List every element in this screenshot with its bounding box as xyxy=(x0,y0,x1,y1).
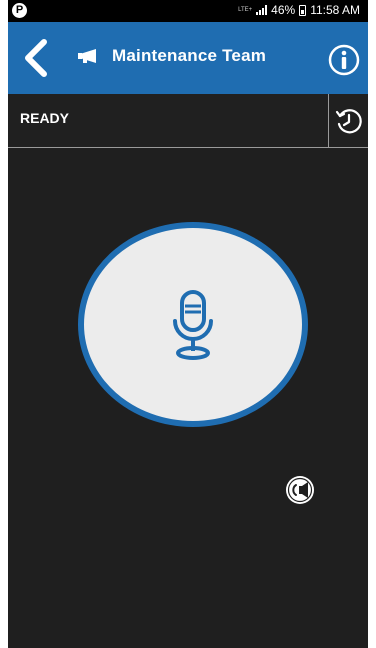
history-clock-icon xyxy=(335,108,362,133)
signal-icon xyxy=(256,5,268,15)
info-button[interactable] xyxy=(328,44,360,76)
app-frame: P LTE+ 46% 11:58 AM Maintenance Team REA… xyxy=(8,0,368,648)
connection-state: READY xyxy=(20,110,70,126)
battery-percent: 46% xyxy=(271,3,296,17)
microphone-icon xyxy=(173,289,213,360)
history-button[interactable] xyxy=(330,94,368,147)
info-icon xyxy=(328,44,360,76)
battery-icon xyxy=(299,4,307,16)
status-right-group: LTE+ 46% 11:58 AM xyxy=(238,3,360,17)
status-strip: READY xyxy=(8,94,368,148)
megaphone-icon xyxy=(78,49,96,63)
page-title: Maintenance Team xyxy=(112,46,267,65)
push-to-talk-button[interactable] xyxy=(78,222,308,427)
back-chevron-icon xyxy=(25,39,47,77)
title-group: Maintenance Team xyxy=(78,46,266,66)
app-bar: Maintenance Team xyxy=(8,22,368,94)
back-button[interactable] xyxy=(18,36,54,80)
speaker-icon xyxy=(286,476,314,504)
speaker-toggle-button[interactable] xyxy=(284,474,316,506)
parking-p-icon: P xyxy=(12,3,27,18)
system-status-bar: P LTE+ 46% 11:58 AM xyxy=(8,0,368,22)
network-type: LTE+ xyxy=(238,7,253,13)
divider xyxy=(328,94,329,147)
clock: 11:58 AM xyxy=(310,3,360,17)
